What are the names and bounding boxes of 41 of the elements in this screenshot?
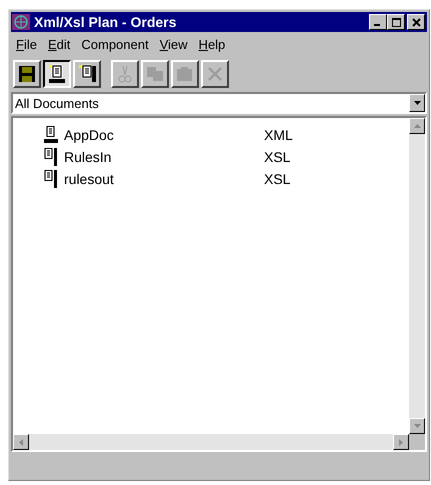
left-arrow-icon <box>19 438 23 446</box>
xsl-document-icon <box>43 170 59 188</box>
clipboard-icon <box>176 66 194 82</box>
scissors-icon <box>117 65 133 83</box>
scroll-up-button[interactable] <box>409 118 425 134</box>
document-name[interactable]: RulesIn <box>64 149 264 165</box>
dropdown-arrow-icon <box>414 101 420 105</box>
maximize-icon <box>392 18 400 26</box>
new-document-icon <box>47 63 67 85</box>
new-document-icon <box>77 63 97 85</box>
menu-item[interactable]: View <box>160 37 188 55</box>
new-xsl-button[interactable] <box>73 60 101 88</box>
maximize-button[interactable] <box>387 14 405 30</box>
up-arrow-icon <box>414 124 420 128</box>
menu-item[interactable]: File <box>16 37 37 55</box>
menu-item[interactable]: Component <box>81 37 149 55</box>
menu-item[interactable]: Edit <box>48 37 70 55</box>
delete-icon <box>207 66 223 82</box>
close-button[interactable] <box>407 14 425 30</box>
document-filter-dropdown[interactable]: All Documents <box>11 92 427 114</box>
xml-document-icon <box>43 126 59 144</box>
document-name[interactable]: AppDoc <box>64 127 264 143</box>
minimize-button[interactable] <box>369 14 387 30</box>
scroll-down-button[interactable] <box>409 418 425 434</box>
globe-icon <box>12 14 30 30</box>
down-arrow-icon <box>414 424 420 428</box>
save-button[interactable] <box>13 60 41 88</box>
window-title: Xml/Xsl Plan - Orders <box>34 14 178 30</box>
copy-icon <box>146 66 164 82</box>
menu-item[interactable]: Help <box>198 37 226 55</box>
scrollbar-corner <box>409 434 425 450</box>
new-xml-button[interactable] <box>43 60 71 88</box>
document-type: XSL <box>264 149 290 165</box>
scroll-left-button[interactable] <box>13 434 29 450</box>
document-name[interactable]: rulesout <box>64 171 264 187</box>
xsl-document-icon <box>43 148 59 166</box>
document-type: XSL <box>264 171 290 187</box>
document-type: XML <box>264 127 293 143</box>
right-arrow-icon <box>399 438 403 446</box>
close-icon <box>412 18 420 26</box>
scroll-right-button[interactable] <box>393 434 409 450</box>
